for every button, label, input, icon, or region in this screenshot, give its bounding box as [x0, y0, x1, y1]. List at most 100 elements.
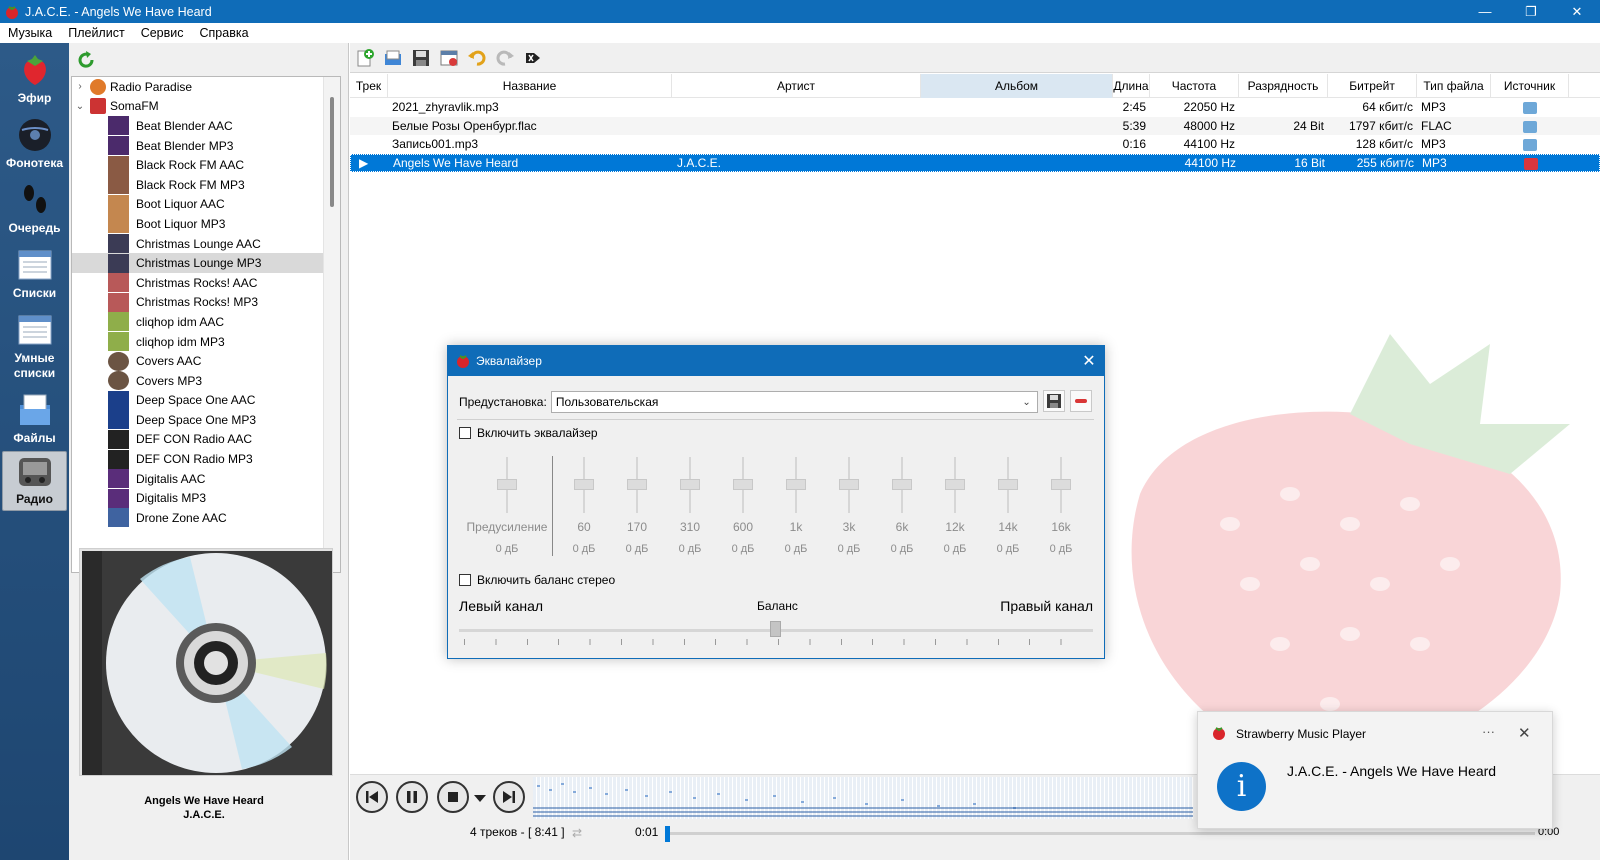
slider-handle[interactable] — [892, 479, 912, 490]
station-item[interactable]: Deep Space One AAC — [72, 390, 340, 411]
menu-help[interactable]: Справка — [192, 26, 257, 40]
slider-handle[interactable] — [945, 479, 965, 490]
band-slider-3k[interactable]: 3k 0 дБ — [829, 457, 869, 557]
stop-options-chevron-down-icon[interactable] — [474, 792, 486, 806]
band-slider-16k[interactable]: 16k 0 дБ — [1041, 457, 1081, 557]
redo-button[interactable] — [492, 45, 518, 71]
previous-button[interactable] — [356, 781, 388, 813]
slider-handle[interactable] — [680, 479, 700, 490]
checkbox-box[interactable] — [459, 427, 471, 439]
station-item[interactable]: Digitalis MP3 — [72, 488, 340, 508]
column-header-bitdepth[interactable]: Разрядность — [1239, 74, 1328, 98]
band-slider-600[interactable]: 600 0 дБ — [723, 457, 763, 557]
table-row[interactable]: Белые Розы Оренбург.flac 5:39 48000 Hz 2… — [350, 116, 1600, 136]
repeat-shuffle-icon[interactable]: ⇄ — [572, 826, 582, 840]
stop-button[interactable] — [437, 781, 469, 813]
band-slider-12k[interactable]: 12k 0 дБ — [935, 457, 975, 557]
spectrum-analyzer[interactable] — [533, 777, 1193, 819]
station-item[interactable]: Black Rock FM MP3 — [72, 175, 340, 195]
slider-handle[interactable] — [497, 479, 517, 490]
station-item[interactable]: Christmas Rocks! MP3 — [72, 292, 340, 313]
column-header-track[interactable]: Трек — [350, 74, 388, 98]
band-slider-14k[interactable]: 14k 0 дБ — [988, 457, 1028, 557]
slider-handle[interactable] — [786, 479, 806, 490]
equalizer-close-button[interactable]: ✕ — [1074, 351, 1104, 371]
column-header-artist[interactable]: Артист — [672, 74, 921, 98]
notification-toast[interactable]: Strawberry Music Player ··· ✕ i J.A.C.E.… — [1197, 711, 1553, 829]
menu-tools[interactable]: Сервис — [133, 26, 192, 40]
station-item[interactable]: Beat Blender MP3 — [72, 136, 340, 156]
slider-handle[interactable] — [998, 479, 1018, 490]
slider-handle[interactable] — [839, 479, 859, 490]
table-row-playing[interactable]: ▶ Angels We Have Heard J.A.C.E. 44100 Hz… — [350, 153, 1600, 173]
column-header-bitrate[interactable]: Битрейт — [1328, 74, 1417, 98]
station-item[interactable]: Christmas Rocks! AAC — [72, 273, 340, 293]
slider-handle[interactable] — [627, 479, 647, 490]
column-header-source[interactable]: Источник — [1491, 74, 1569, 98]
station-item[interactable]: Deep Space One MP3 — [72, 410, 340, 430]
undo-button[interactable] — [464, 45, 490, 71]
band-slider-60[interactable]: 60 0 дБ — [564, 457, 604, 557]
pause-button[interactable] — [396, 781, 428, 813]
enable-equalizer-checkbox[interactable]: Включить эквалайзер — [459, 426, 598, 440]
station-item[interactable]: Drone Zone AAC — [72, 508, 340, 528]
station-item[interactable]: Christmas Lounge AAC — [72, 234, 340, 254]
close-button[interactable]: ✕ — [1554, 0, 1600, 23]
nav-smart-playlists[interactable]: Умные списки — [2, 311, 67, 381]
save-playlist-button[interactable] — [408, 45, 434, 71]
station-item[interactable]: Covers MP3 — [72, 371, 340, 391]
seek-slider[interactable] — [665, 826, 1535, 842]
band-slider-310[interactable]: 310 0 дБ — [670, 457, 710, 557]
station-item[interactable]: DEF CON Radio MP3 — [72, 449, 340, 469]
preamp-slider[interactable]: Предусиление 0 дБ — [457, 457, 557, 557]
next-button[interactable] — [493, 781, 525, 813]
nav-collection[interactable]: Фонотека — [2, 116, 67, 171]
stop-after-button[interactable] — [520, 45, 546, 71]
station-item[interactable]: Covers AAC — [72, 351, 340, 371]
seek-handle[interactable] — [665, 826, 670, 842]
station-item[interactable]: DEF CON Radio AAC — [72, 429, 340, 450]
minimize-button[interactable]: — — [1462, 0, 1508, 23]
column-header-album[interactable]: Альбом — [921, 74, 1113, 98]
more-options-icon[interactable]: ··· — [1482, 724, 1495, 739]
nav-files[interactable]: Файлы — [2, 391, 67, 446]
notification-close-button[interactable]: ✕ — [1518, 724, 1531, 742]
nav-queue[interactable]: Очередь — [2, 181, 67, 236]
nav-context[interactable]: Эфир — [2, 51, 67, 106]
station-item[interactable]: cliqhop idm AAC — [72, 312, 340, 332]
slider-handle[interactable] — [574, 479, 594, 490]
load-playlist-button[interactable] — [380, 45, 406, 71]
station-item[interactable]: Black Rock FM AAC — [72, 155, 340, 175]
station-item[interactable]: Boot Liquor AAC — [72, 194, 340, 215]
preset-select[interactable]: Пользовательская ⌄ — [550, 391, 1038, 413]
new-playlist-button[interactable] — [352, 45, 378, 71]
slider-handle[interactable] — [733, 479, 753, 490]
tree-root-somafm[interactable]: ⌄ SomaFM — [72, 97, 340, 117]
slider-handle[interactable] — [1051, 479, 1071, 490]
maximize-button[interactable]: ❐ — [1508, 0, 1554, 23]
band-slider-170[interactable]: 170 0 дБ — [617, 457, 657, 557]
balance-handle[interactable] — [770, 621, 781, 637]
station-item[interactable]: Boot Liquor MP3 — [72, 214, 340, 234]
table-row[interactable]: Запись001.mp3 0:16 44100 Hz 128 кбит/с M… — [350, 135, 1600, 154]
band-slider-1k[interactable]: 1k 0 дБ — [776, 457, 816, 557]
station-item[interactable]: Digitalis AAC — [72, 469, 340, 489]
column-header-title[interactable]: Название — [388, 74, 672, 98]
station-item[interactable]: cliqhop idm MP3 — [72, 332, 340, 352]
nav-radio[interactable]: Радио — [2, 451, 67, 511]
checkbox-box[interactable] — [459, 574, 471, 586]
band-slider-6k[interactable]: 6k 0 дБ — [882, 457, 922, 557]
refresh-button[interactable] — [75, 49, 97, 71]
chevron-down-icon[interactable]: ⌄ — [72, 101, 88, 112]
menu-music[interactable]: Музыка — [0, 26, 60, 40]
station-item[interactable]: Beat Blender AAC — [72, 116, 340, 136]
station-item-selected[interactable]: Christmas Lounge MP3 — [72, 253, 340, 273]
column-header-samplerate[interactable]: Частота — [1150, 74, 1239, 98]
scrollbar-thumb[interactable] — [330, 97, 334, 207]
chevron-right-icon[interactable]: › — [72, 81, 88, 92]
column-header-filetype[interactable]: Тип файла — [1417, 74, 1491, 98]
delete-preset-button[interactable] — [1070, 390, 1092, 412]
table-row[interactable]: 2021_zhyravlik.mp3 2:45 22050 Hz 64 кбит… — [350, 98, 1600, 117]
menu-playlist[interactable]: Плейлист — [60, 26, 132, 40]
tree-scrollbar[interactable] — [323, 77, 340, 572]
